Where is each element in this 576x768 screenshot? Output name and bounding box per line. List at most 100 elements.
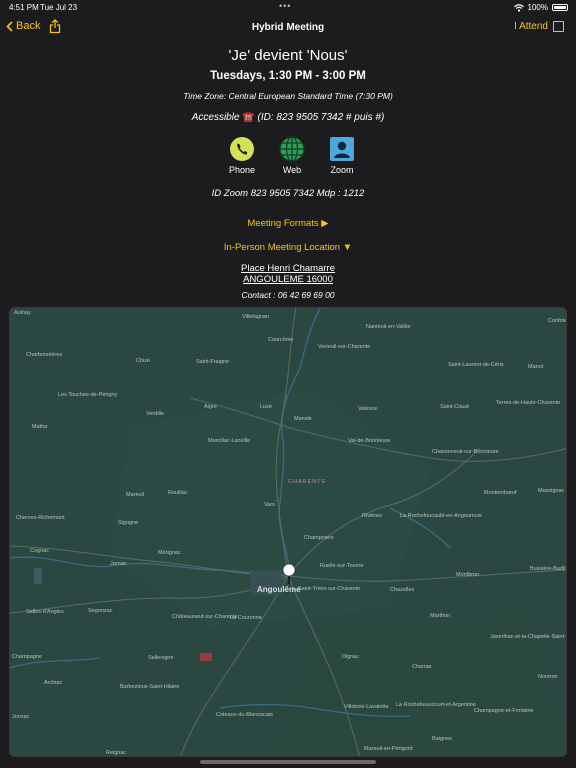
map-place-label: Cherves-Richemont [16, 515, 65, 521]
map-place-label: Mareuil-en-Périgord [364, 746, 413, 752]
meeting-methods: Phone Web Zoom [217, 136, 367, 175]
map-place-label: Rouillac [168, 490, 188, 496]
map-place-label: Sallevigne [148, 655, 173, 661]
status-date: Tue Jul 23 [40, 3, 78, 12]
map-place-label: Coteaux-du-Blanzacais [216, 712, 273, 718]
address-line1: Place Henri Chamarre [241, 263, 335, 274]
map-place-label: Villebois-Lavalette [344, 704, 389, 710]
map-place-label: Charras [412, 664, 432, 670]
status-bar: 4:51 PM Tue Jul 23 ••• 100% [0, 0, 576, 14]
map-place-label: Dignac [342, 654, 359, 660]
map-place-label: La Couronne [230, 615, 262, 621]
map-place-label: Mareuil [126, 492, 144, 498]
status-right: 100% [513, 3, 568, 12]
map-place-label: Aigre [204, 404, 217, 410]
battery-percent: 100% [527, 3, 548, 12]
map-canvas: Aulnay Villefagnan Nanteuil-en-Vallée Confo… [10, 308, 567, 756]
map-place-label: Saint-Laurent-de-Céris [448, 362, 504, 368]
map-place-label: Manot [528, 364, 544, 370]
map-place-label: Chasseneuil-sur-Bonnieure [432, 449, 499, 455]
map-place-label: Verdille [146, 411, 164, 417]
map-place-label: Chazelles [390, 587, 414, 593]
accessible-suffix: (ID: 823 9505 7342 # puis #) [254, 112, 385, 123]
map-place-label: Les Touches-de-Périgny [58, 392, 117, 398]
nav-bar: Back Hybrid Meeting I Attend [0, 14, 576, 42]
map-place-label: Montbron [456, 572, 479, 578]
map-place-label: Javerlhac-et-la-Chapelle-Saint-Robert [490, 634, 567, 640]
map-place-label: Courcôme [268, 337, 293, 343]
map-place-label: Salles-d'Angles [26, 609, 64, 615]
address-line2: ANGOULEME 16000 [243, 274, 333, 285]
address-link[interactable]: Place Henri Chamarre ANGOULEME 16000 [0, 263, 576, 285]
meeting-time: Tuesdays, 1:30 PM - 3:00 PM [210, 70, 366, 82]
map-place-label: Baignes [432, 736, 452, 742]
map-place-label: Saint-Yrieix-sur-Charente [298, 586, 360, 592]
meeting-name: 'Je' devient 'Nous' [228, 47, 348, 64]
map-place-label: La Rochefoucauld-en-Angoumois [400, 513, 482, 519]
wifi-icon [513, 3, 524, 12]
phone-icon [230, 137, 254, 161]
town-area-cognac [34, 568, 42, 584]
map-place-label: Segonzac [88, 608, 113, 614]
map-place-label: Mérignac [158, 550, 181, 556]
telephone-icon: ☎️ [242, 112, 255, 123]
map-place-label: Luxé [260, 404, 272, 410]
map-place-label: Terres-de-Haute-Charente [496, 400, 560, 406]
attend-checkbox[interactable] [553, 21, 564, 32]
web-label: Web [282, 165, 302, 175]
multitasking-dots-icon[interactable]: ••• [279, 1, 291, 11]
map-place-label: Cognac [30, 548, 49, 554]
map-place-label: CHARENTE [288, 479, 326, 485]
web-button[interactable]: Web [267, 136, 317, 175]
map-place-label: Champniers [304, 535, 334, 541]
attend-toggle[interactable]: I Attend [514, 21, 564, 32]
battery-icon [552, 4, 568, 11]
map-place-label: Verteuil-sur-Charente [318, 344, 370, 350]
meeting-formats-toggle[interactable]: Meeting Formats ▶ [0, 213, 576, 231]
person-icon [330, 137, 354, 161]
phone-label: Phone [228, 165, 256, 175]
map-place-label: Charbonnières [26, 352, 62, 358]
map-place-label: Saint-Claud [440, 404, 469, 410]
map-place-label: Marcillac-Lanville [208, 438, 250, 444]
globe-icon [279, 136, 305, 162]
map-place-label: Jarnac [110, 561, 127, 567]
contact-info: Contact : 06 42 69 69 00 [241, 290, 335, 300]
map-place-label: Valence [358, 406, 377, 412]
location-label: In-Person Meeting Location ▼ [223, 242, 353, 253]
accessible-info: Accessible ☎️ (ID: 823 9505 7342 # puis … [0, 112, 576, 123]
city-label-angouleme: Angoulême [257, 585, 301, 594]
status-time: 4:51 PM [9, 3, 39, 12]
map-background [10, 308, 566, 756]
map-place-label: Matha [32, 424, 48, 430]
map-place-label: Saint-Fraigne [196, 359, 229, 365]
map-place-label: Vars [264, 502, 275, 508]
map-place-label: Val-de-Bonnieure [348, 438, 390, 444]
map-place-label: Confolens [548, 318, 567, 324]
attend-label: I Attend [514, 21, 548, 32]
map-place-label: Jonzac [12, 714, 30, 720]
map-place-label: Chizé [136, 358, 150, 364]
zoom-button[interactable]: Zoom [317, 136, 367, 175]
map-place-label: Massignac [538, 488, 565, 494]
map-place-label: Nontron [538, 674, 558, 680]
map-place-label: Sigogne [118, 520, 138, 526]
map-place-label: Barbezieux-Saint-Hilaire [120, 684, 179, 690]
phone-button[interactable]: Phone [217, 136, 267, 175]
map-place-label: Bussière-Badil [530, 566, 565, 572]
home-indicator[interactable] [200, 760, 376, 764]
map-place-label: Châteauneuf-sur-Charente [172, 614, 237, 620]
map-place-label: Champagne [12, 654, 42, 660]
map-place-label: Reignac [106, 750, 126, 756]
meeting-formats-label: Meeting Formats ▶ [247, 218, 329, 229]
location-toggle[interactable]: In-Person Meeting Location ▼ [0, 237, 576, 255]
map-view[interactable]: Aulnay Villefagnan Nanteuil-en-Vallée Confo… [9, 307, 567, 757]
map-place-label: Archiac [44, 680, 63, 686]
map-place-label: Mansle [294, 416, 312, 422]
road-shield [200, 653, 212, 661]
map-place-label: Montembœuf [484, 490, 517, 496]
map-place-label: Aulnay [14, 310, 31, 316]
map-place-label: Marthon [430, 613, 450, 619]
map-place-label: La Rochebeaucourt-et-Argentine [396, 702, 476, 708]
zoom-id: ID Zoom 823 9505 7342 Mdp : 1212 [211, 188, 365, 199]
